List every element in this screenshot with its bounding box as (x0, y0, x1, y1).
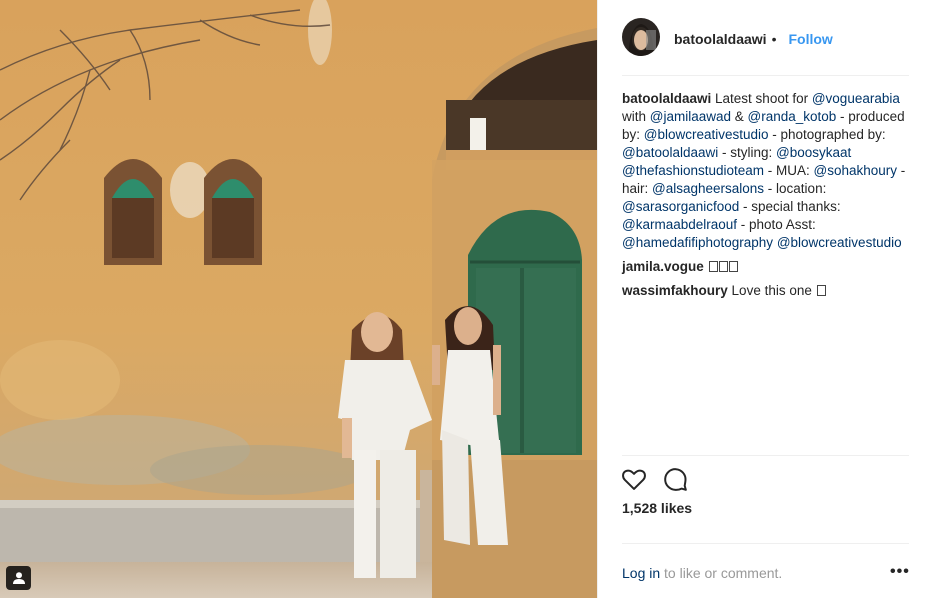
header-username[interactable]: batoolaldaawi (674, 31, 767, 47)
login-link[interactable]: Log in (622, 565, 660, 581)
caption-text: - styling: (718, 145, 777, 160)
emoji-glyph (708, 261, 718, 272)
mention-link[interactable]: @sarasorganicfood (622, 199, 739, 214)
post-photo[interactable] (0, 0, 597, 598)
mention-link[interactable]: @randa_kotob (748, 109, 837, 124)
login-prompt-text: to like or comment. (660, 565, 783, 581)
comments-list: batoolaldaawi Latest shoot for @vogueara… (622, 90, 909, 306)
mention-link[interactable]: @blowcreativestudio (777, 235, 902, 250)
heart-outline-icon (620, 469, 648, 497)
comment-item: jamila.vogue (622, 258, 909, 276)
caption: batoolaldaawi Latest shoot for @vogueara… (622, 90, 909, 252)
user-tag-button[interactable] (6, 566, 31, 590)
caption-text: - MUA: (764, 163, 814, 178)
likes-count[interactable]: 1,528 likes (622, 500, 692, 516)
mention-link[interactable]: @blowcreativestudio (644, 127, 769, 142)
caption-text: with (622, 109, 650, 124)
caption-text: - location: (764, 181, 827, 196)
comment-username[interactable]: jamila.vogue (622, 259, 704, 274)
emoji-glyph (728, 261, 738, 272)
more-options-button[interactable]: ••• (890, 563, 910, 581)
caption-text: - photographed by: (768, 127, 886, 142)
mention-link[interactable]: @jamilaawad (650, 109, 731, 124)
comment-item: wassimfakhoury Love this one (622, 282, 909, 300)
avatar[interactable] (622, 18, 660, 56)
header-separator-dot: • (771, 31, 777, 47)
comment-button[interactable] (661, 465, 689, 493)
mention-link[interactable]: @sohakhoury (814, 163, 898, 178)
post-header: batoolaldaawi • Follow (622, 18, 909, 76)
mention-link[interactable]: @thefashionstudioteam (622, 163, 764, 178)
login-prompt: Log in to like or comment. (622, 565, 782, 581)
photo-scene (0, 0, 597, 598)
mention-link[interactable]: @boosykaat (776, 145, 851, 160)
emoji-glyph (816, 285, 826, 296)
emoji-glyph (718, 261, 728, 272)
comment-username[interactable]: wassimfakhoury (622, 283, 728, 298)
post-side-panel: batoolaldaawi • Follow batoolaldaawi Lat… (597, 0, 932, 598)
comment-text: Love this one (727, 283, 816, 298)
comment-text (704, 259, 708, 274)
like-button[interactable] (620, 465, 648, 493)
caption-text: - special thanks: (739, 199, 841, 214)
mention-link[interactable]: @batoolaldaawi (622, 145, 718, 160)
speech-bubble-icon (661, 468, 689, 497)
mention-link[interactable]: @karmaabdelraouf (622, 217, 737, 232)
divider (622, 455, 909, 456)
mention-link[interactable]: @alsagheersalons (652, 181, 764, 196)
mention-link[interactable]: @hamedafifiphotography (622, 235, 773, 250)
caption-text: & (731, 109, 748, 124)
divider (622, 543, 909, 544)
caption-username[interactable]: batoolaldaawi (622, 91, 711, 106)
mention-link[interactable]: @voguearabia (812, 91, 900, 106)
ellipsis-icon: ••• (890, 563, 910, 580)
caption-text: Latest shoot for (711, 91, 812, 106)
person-tag-icon (12, 571, 26, 585)
caption-text: - photo Asst: (737, 217, 816, 232)
follow-button[interactable]: Follow (788, 31, 832, 47)
